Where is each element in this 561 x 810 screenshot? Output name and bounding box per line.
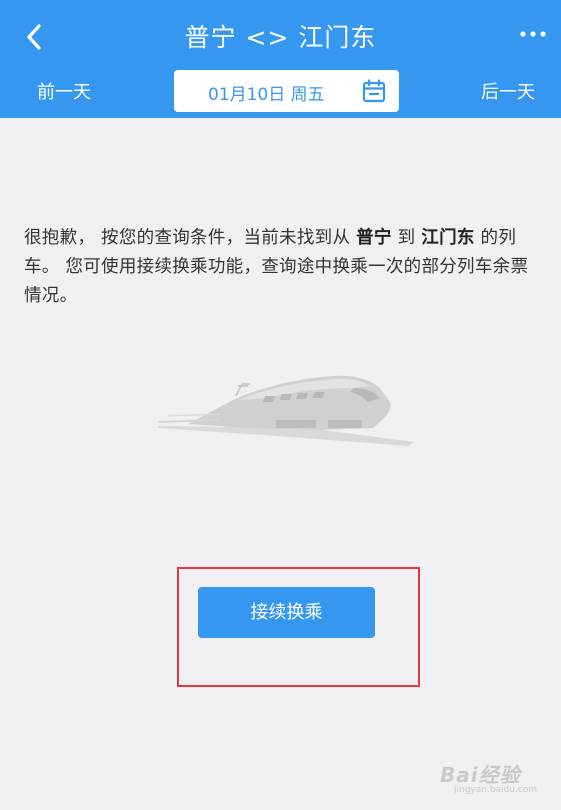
watermark-text: Bai经验 [440,763,521,787]
message-text-1: 很抱歉， 按您的查询条件，当前未找到从 [24,228,357,248]
app-header: 普宁 <> 江门东 前一天 01月10日 周五 后一天 [0,0,561,118]
page-title: 普宁 <> 江门东 [184,23,377,52]
more-options-icon[interactable] [519,28,547,40]
watermark-subtext: jingyan.baidu.com [454,785,538,795]
to-station: 江门东 [421,228,475,248]
baidu-jingyan-watermark: Bai经验 jingyan.baidu.com [428,757,548,801]
prev-day-button[interactable]: 前一天 [37,78,91,104]
message-text-2: 到 [391,228,422,248]
date-text: 01月10日 周五 [208,85,325,105]
calendar-icon [362,79,386,103]
no-result-message: 很抱歉， 按您的查询条件，当前未找到从 普宁 到 江门东 的列车。 您可使用接续… [24,224,544,311]
transfer-button[interactable]: 接续换乘 [198,587,375,638]
date-picker[interactable]: 01月10日 周五 [174,70,399,112]
train-illustration-icon [158,375,414,446]
next-day-button[interactable]: 后一天 [481,78,535,104]
from-station: 普宁 [356,228,392,248]
